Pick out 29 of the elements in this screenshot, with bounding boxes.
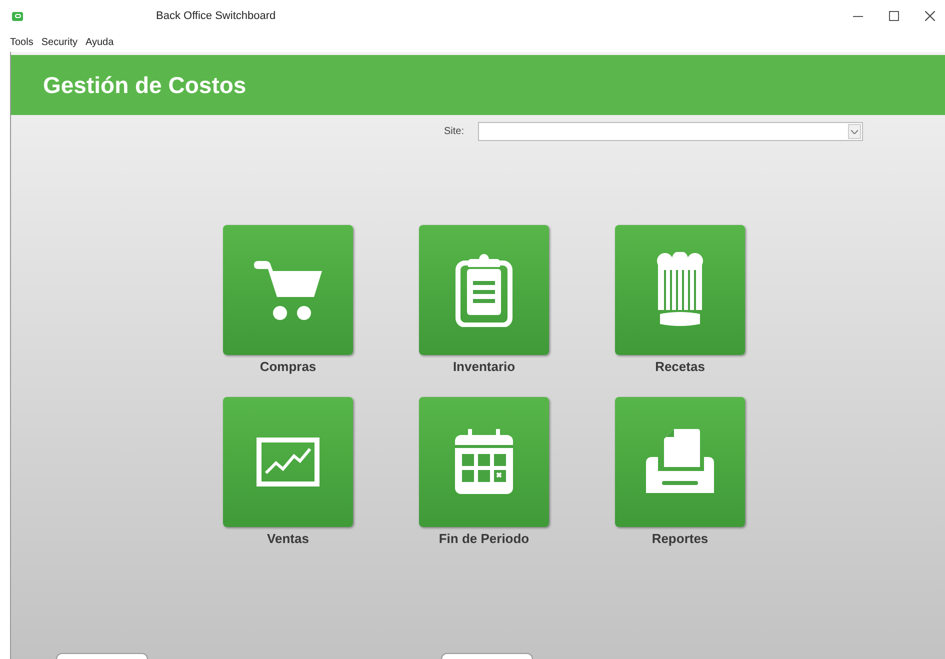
- page-title: Gestión de Costos: [43, 70, 246, 100]
- app-icon: [12, 12, 23, 20]
- tile-label: Compras: [260, 358, 316, 376]
- window-title: Back Office Switchboard: [156, 8, 276, 24]
- tile-label: Reportes: [652, 530, 708, 548]
- module-tile[interactable]: [223, 396, 353, 526]
- tile-label: Inventario: [452, 358, 516, 376]
- menu-item[interactable]: Ayuda: [85, 34, 114, 50]
- tile-label: Fin de Periodo: [438, 530, 530, 548]
- module-tile[interactable]: [419, 396, 549, 526]
- chef-hat-icon: [656, 252, 704, 328]
- module-tile[interactable]: [615, 396, 745, 526]
- cart-icon: [252, 259, 324, 321]
- menu-item[interactable]: Tools: [10, 34, 34, 50]
- clipboard-icon: [455, 253, 513, 327]
- tile-label: Recetas: [655, 358, 705, 376]
- printer-icon: [646, 428, 714, 494]
- module-tile[interactable]: [223, 225, 353, 355]
- module-tile[interactable]: [419, 225, 549, 355]
- module-tile[interactable]: [615, 225, 745, 355]
- site-dropdown[interactable]: [478, 122, 863, 141]
- menu-item[interactable]: Security: [41, 34, 78, 50]
- site-label: Site:: [444, 125, 466, 139]
- tile-label: Ventas: [267, 530, 309, 548]
- maximize-button[interactable]: [889, 11, 899, 21]
- caret-icon: [851, 130, 858, 134]
- calendar-icon: [454, 428, 514, 494]
- line-chart-icon: [256, 436, 320, 486]
- close-icon[interactable]: [925, 11, 935, 21]
